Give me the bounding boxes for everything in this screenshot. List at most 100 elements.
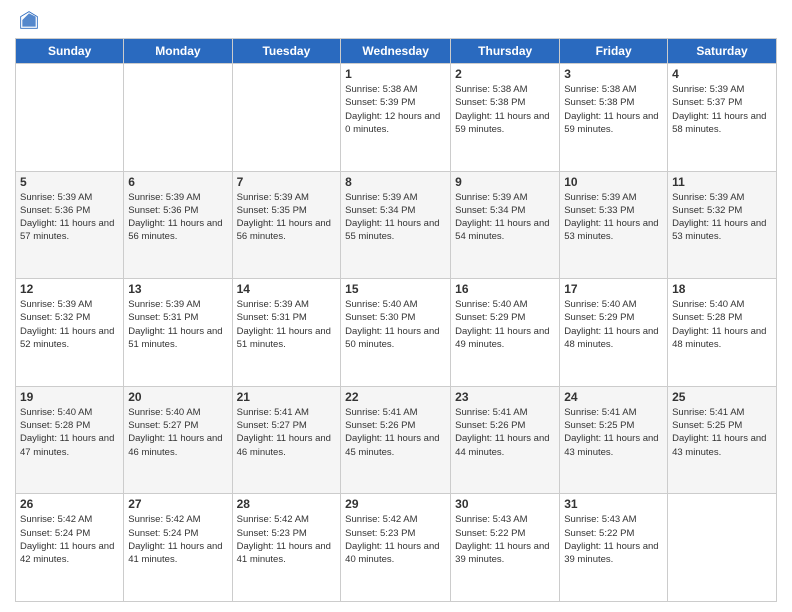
day-info: Sunrise: 5:41 AMSunset: 5:26 PMDaylight:… [455, 406, 555, 459]
weekday-header: Thursday [451, 39, 560, 64]
day-number: 8 [345, 175, 446, 189]
weekday-header: Wednesday [341, 39, 451, 64]
day-number: 6 [128, 175, 227, 189]
calendar-cell [16, 64, 124, 172]
day-number: 19 [20, 390, 119, 404]
weekday-header: Monday [124, 39, 232, 64]
day-number: 26 [20, 497, 119, 511]
calendar-cell: 16 Sunrise: 5:40 AMSunset: 5:29 PMDayligh… [451, 279, 560, 387]
day-number: 15 [345, 282, 446, 296]
calendar-cell: 8 Sunrise: 5:39 AMSunset: 5:34 PMDaylight… [341, 171, 451, 279]
day-info: Sunrise: 5:40 AMSunset: 5:28 PMDaylight:… [672, 298, 772, 351]
weekday-header: Friday [560, 39, 668, 64]
day-info: Sunrise: 5:42 AMSunset: 5:24 PMDaylight:… [20, 513, 119, 566]
day-info: Sunrise: 5:38 AMSunset: 5:39 PMDaylight:… [345, 83, 446, 136]
calendar-week-row: 1 Sunrise: 5:38 AMSunset: 5:39 PMDaylight… [16, 64, 777, 172]
calendar-week-row: 5 Sunrise: 5:39 AMSunset: 5:36 PMDaylight… [16, 171, 777, 279]
calendar-cell: 5 Sunrise: 5:39 AMSunset: 5:36 PMDaylight… [16, 171, 124, 279]
day-number: 29 [345, 497, 446, 511]
day-number: 1 [345, 67, 446, 81]
day-number: 10 [564, 175, 663, 189]
day-number: 31 [564, 497, 663, 511]
weekday-header-row: SundayMondayTuesdayWednesdayThursdayFrid… [16, 39, 777, 64]
page: SundayMondayTuesdayWednesdayThursdayFrid… [0, 0, 792, 612]
calendar-cell: 21 Sunrise: 5:41 AMSunset: 5:27 PMDayligh… [232, 386, 341, 494]
calendar-cell: 22 Sunrise: 5:41 AMSunset: 5:26 PMDayligh… [341, 386, 451, 494]
calendar-cell: 29 Sunrise: 5:42 AMSunset: 5:23 PMDayligh… [341, 494, 451, 602]
day-number: 25 [672, 390, 772, 404]
day-info: Sunrise: 5:41 AMSunset: 5:27 PMDaylight:… [237, 406, 337, 459]
day-number: 28 [237, 497, 337, 511]
calendar-cell: 10 Sunrise: 5:39 AMSunset: 5:33 PMDayligh… [560, 171, 668, 279]
calendar-week-row: 26 Sunrise: 5:42 AMSunset: 5:24 PMDayligh… [16, 494, 777, 602]
calendar-cell: 3 Sunrise: 5:38 AMSunset: 5:38 PMDaylight… [560, 64, 668, 172]
calendar-cell: 12 Sunrise: 5:39 AMSunset: 5:32 PMDayligh… [16, 279, 124, 387]
day-number: 21 [237, 390, 337, 404]
day-info: Sunrise: 5:41 AMSunset: 5:25 PMDaylight:… [564, 406, 663, 459]
calendar-cell: 18Sunrise: 5:40 AMSunset: 5:28 PMDayligh… [668, 279, 777, 387]
calendar-cell: 30Sunrise: 5:43 AMSunset: 5:22 PMDayligh… [451, 494, 560, 602]
calendar-cell: 13 Sunrise: 5:39 AMSunset: 5:31 PMDayligh… [124, 279, 232, 387]
weekday-header: Saturday [668, 39, 777, 64]
calendar-cell: 4 Sunrise: 5:39 AMSunset: 5:37 PMDaylight… [668, 64, 777, 172]
weekday-header: Sunday [16, 39, 124, 64]
day-number: 13 [128, 282, 227, 296]
day-info: Sunrise: 5:39 AMSunset: 5:34 PMDaylight:… [345, 191, 446, 244]
day-info: Sunrise: 5:39 AMSunset: 5:36 PMDaylight:… [20, 191, 119, 244]
day-number: 2 [455, 67, 555, 81]
day-number: 17 [564, 282, 663, 296]
day-info: Sunrise: 5:39 AMSunset: 5:32 PMDaylight:… [672, 191, 772, 244]
day-number: 11 [672, 175, 772, 189]
day-info: Sunrise: 5:42 AMSunset: 5:23 PMDaylight:… [237, 513, 337, 566]
day-info: Sunrise: 5:43 AMSunset: 5:22 PMDaylight:… [564, 513, 663, 566]
day-info: Sunrise: 5:39 AMSunset: 5:34 PMDaylight:… [455, 191, 555, 244]
calendar-cell: 25 Sunrise: 5:41 AMSunset: 5:25 PMDayligh… [668, 386, 777, 494]
logo [15, 10, 39, 30]
day-number: 4 [672, 67, 772, 81]
calendar-cell: 26 Sunrise: 5:42 AMSunset: 5:24 PMDayligh… [16, 494, 124, 602]
calendar-cell: 7 Sunrise: 5:39 AMSunset: 5:35 PMDaylight… [232, 171, 341, 279]
day-info: Sunrise: 5:43 AMSunset: 5:22 PMDaylight:… [455, 513, 555, 566]
calendar-week-row: 12 Sunrise: 5:39 AMSunset: 5:32 PMDayligh… [16, 279, 777, 387]
day-info: Sunrise: 5:39 AMSunset: 5:37 PMDaylight:… [672, 83, 772, 136]
calendar-cell: 6 Sunrise: 5:39 AMSunset: 5:36 PMDaylight… [124, 171, 232, 279]
day-info: Sunrise: 5:41 AMSunset: 5:26 PMDaylight:… [345, 406, 446, 459]
calendar-cell: 1 Sunrise: 5:38 AMSunset: 5:39 PMDaylight… [341, 64, 451, 172]
day-number: 20 [128, 390, 227, 404]
day-info: Sunrise: 5:39 AMSunset: 5:31 PMDaylight:… [128, 298, 227, 351]
day-info: Sunrise: 5:39 AMSunset: 5:32 PMDaylight:… [20, 298, 119, 351]
day-number: 14 [237, 282, 337, 296]
day-info: Sunrise: 5:39 AMSunset: 5:33 PMDaylight:… [564, 191, 663, 244]
day-number: 16 [455, 282, 555, 296]
calendar-cell: 15 Sunrise: 5:40 AMSunset: 5:30 PMDayligh… [341, 279, 451, 387]
day-info: Sunrise: 5:40 AMSunset: 5:29 PMDaylight:… [564, 298, 663, 351]
calendar: SundayMondayTuesdayWednesdayThursdayFrid… [15, 38, 777, 602]
day-info: Sunrise: 5:40 AMSunset: 5:30 PMDaylight:… [345, 298, 446, 351]
day-number: 12 [20, 282, 119, 296]
calendar-week-row: 19Sunrise: 5:40 AMSunset: 5:28 PMDayligh… [16, 386, 777, 494]
calendar-cell: 17 Sunrise: 5:40 AMSunset: 5:29 PMDayligh… [560, 279, 668, 387]
day-info: Sunrise: 5:40 AMSunset: 5:29 PMDaylight:… [455, 298, 555, 351]
day-number: 23 [455, 390, 555, 404]
calendar-cell: 28 Sunrise: 5:42 AMSunset: 5:23 PMDayligh… [232, 494, 341, 602]
day-number: 9 [455, 175, 555, 189]
day-info: Sunrise: 5:40 AMSunset: 5:27 PMDaylight:… [128, 406, 227, 459]
day-info: Sunrise: 5:39 AMSunset: 5:35 PMDaylight:… [237, 191, 337, 244]
day-info: Sunrise: 5:41 AMSunset: 5:25 PMDaylight:… [672, 406, 772, 459]
day-number: 7 [237, 175, 337, 189]
day-number: 24 [564, 390, 663, 404]
day-info: Sunrise: 5:42 AMSunset: 5:23 PMDaylight:… [345, 513, 446, 566]
calendar-cell: 31 Sunrise: 5:43 AMSunset: 5:22 PMDayligh… [560, 494, 668, 602]
day-info: Sunrise: 5:39 AMSunset: 5:31 PMDaylight:… [237, 298, 337, 351]
calendar-cell: 27Sunrise: 5:42 AMSunset: 5:24 PMDayligh… [124, 494, 232, 602]
day-info: Sunrise: 5:39 AMSunset: 5:36 PMDaylight:… [128, 191, 227, 244]
day-number: 22 [345, 390, 446, 404]
day-info: Sunrise: 5:38 AMSunset: 5:38 PMDaylight:… [564, 83, 663, 136]
calendar-cell: 11 Sunrise: 5:39 AMSunset: 5:32 PMDayligh… [668, 171, 777, 279]
calendar-cell: 9 Sunrise: 5:39 AMSunset: 5:34 PMDaylight… [451, 171, 560, 279]
day-info: Sunrise: 5:38 AMSunset: 5:38 PMDaylight:… [455, 83, 555, 136]
calendar-cell: 20 Sunrise: 5:40 AMSunset: 5:27 PMDayligh… [124, 386, 232, 494]
day-number: 5 [20, 175, 119, 189]
calendar-cell [668, 494, 777, 602]
day-number: 3 [564, 67, 663, 81]
